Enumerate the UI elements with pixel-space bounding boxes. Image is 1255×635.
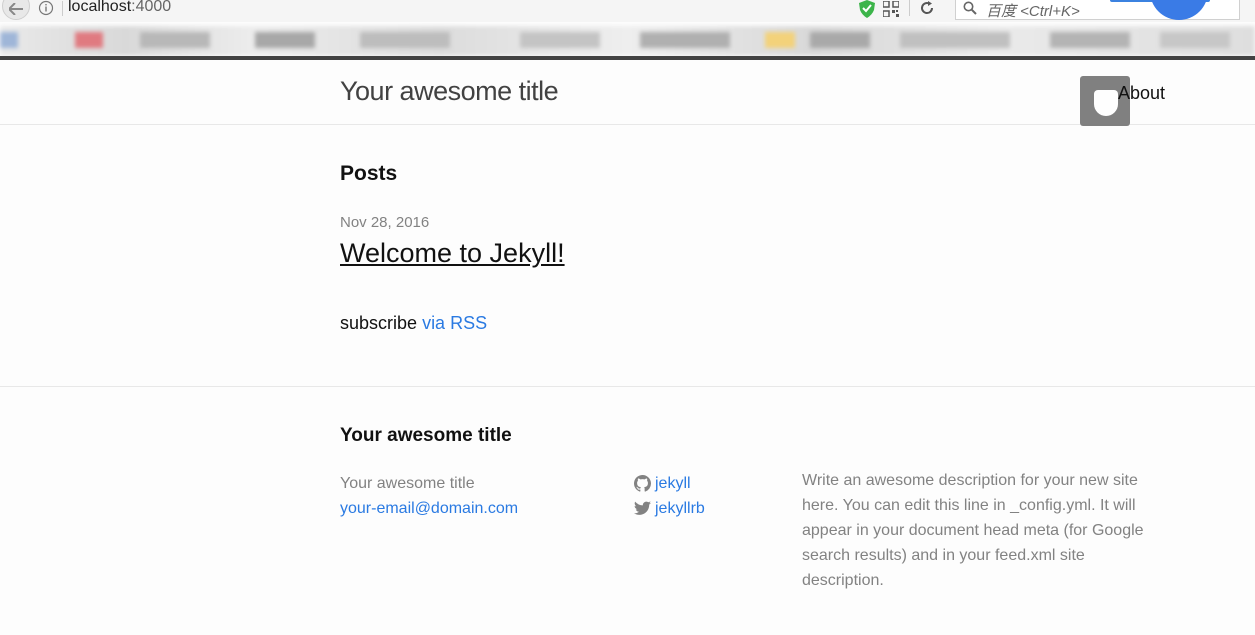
footer-heading: Your awesome title [340,425,512,446]
url-port: :4000 [131,0,172,15]
github-row: jekyll [634,471,705,496]
footer-site-name: Your awesome title [340,475,475,492]
back-arrow-icon [9,3,23,15]
url-host: localhost [68,0,132,15]
nav-about-link[interactable]: About [1118,83,1165,104]
footer-email-link[interactable]: your-email@domain.com [340,496,518,521]
bookmark-item[interactable] [140,32,210,48]
footer-description: Write an awesome description for your ne… [802,472,1144,589]
bookmarks-bar [0,26,1255,56]
bookmark-item[interactable] [900,32,1010,48]
reload-icon[interactable] [919,0,935,16]
info-icon[interactable] [38,0,54,16]
posts-heading: Posts [340,162,398,185]
bookmark-item[interactable] [640,32,730,48]
bookmark-favicon[interactable] [765,32,795,48]
footer-social: jekyll jekyllrb [634,471,705,521]
back-button[interactable] [2,0,30,20]
search-placeholder: 百度 <Ctrl+K> [986,3,1080,20]
bookmark-item[interactable] [810,32,870,48]
bookmark-item[interactable] [255,32,315,48]
footer-contact: Your awesome title your-email@domain.com [340,471,518,521]
github-icon [634,475,651,492]
site-footer: Your awesome title Your awesome title yo… [0,386,1255,635]
bookmark-item[interactable] [360,32,450,48]
github-link[interactable]: jekyll [655,471,691,496]
twitter-icon [634,501,651,515]
bookmark-item[interactable] [1160,32,1230,48]
post-date: Nov 28, 2016 [340,214,430,231]
search-icon [963,1,977,15]
qr-code-icon[interactable] [883,1,899,17]
bookmark-item[interactable] [520,32,600,48]
bookmark-favicon[interactable] [75,32,103,48]
url-separator [62,1,63,16]
rss-subscribe: subscribe via RSS [340,313,487,334]
twitter-link[interactable]: jekyllrb [655,496,705,521]
bookmark-favicon[interactable] [0,32,18,48]
twitter-row: jekyllrb [634,496,705,521]
address-bar[interactable]: localhost:4000 [68,0,171,16]
bookmark-item[interactable] [1050,32,1130,48]
toolbar-separator [909,0,910,16]
post-title-link[interactable]: Welcome to Jekyll! [340,238,565,269]
cup-icon [1094,90,1118,116]
browser-toolbar: localhost:4000 百度 <Ctrl+K> [0,0,1255,22]
shield-icon[interactable] [859,0,875,18]
rss-link[interactable]: via RSS [422,313,487,333]
site-header: Your awesome title About [0,60,1255,126]
subscribe-text: subscribe [340,313,418,333]
site-title-link[interactable]: Your awesome title [340,76,559,107]
